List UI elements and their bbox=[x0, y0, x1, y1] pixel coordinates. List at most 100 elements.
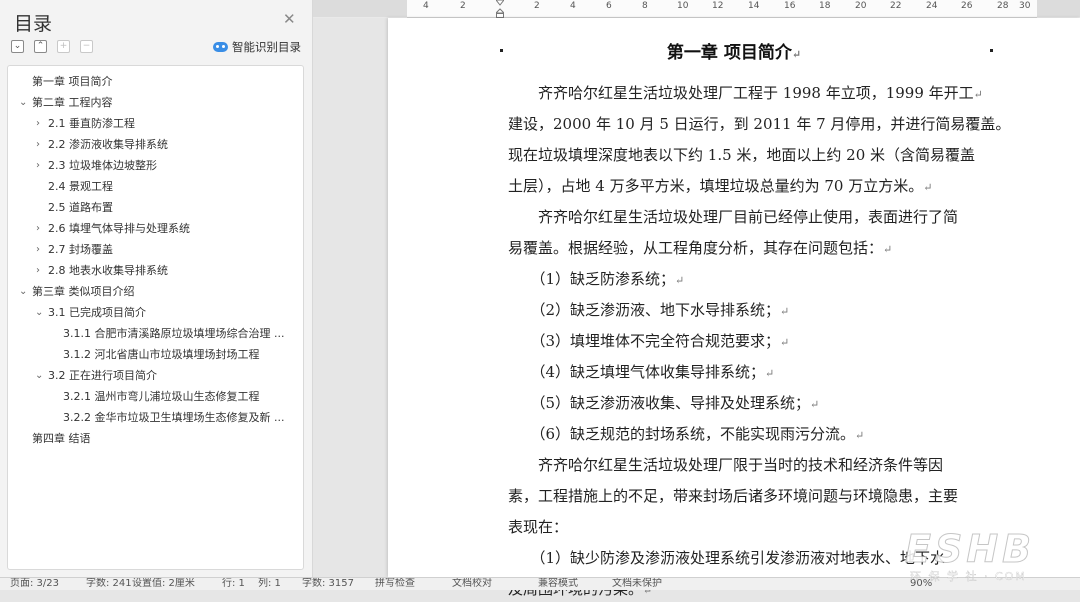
document-line-text: 表现在： bbox=[508, 518, 569, 536]
ruler-label: 20 bbox=[855, 1, 867, 11]
paragraph-mark-icon: ↵ bbox=[973, 88, 983, 101]
chevron-down-icon[interactable]: ⌄ bbox=[19, 93, 27, 113]
toc-item-3-2-1[interactable]: 3.2.1 温州市弯儿浦垃圾山生态修复工程 bbox=[63, 387, 295, 407]
spellcheck-button[interactable]: 拼写检查 bbox=[375, 578, 415, 590]
indent-marker-icon[interactable] bbox=[496, 0, 504, 18]
paragraph-mark-icon: ↵ bbox=[780, 336, 790, 349]
toc-item-2-5[interactable]: 2.5 道路布置 bbox=[48, 198, 113, 218]
toc-item-2-4[interactable]: 2.4 景观工程 bbox=[48, 177, 113, 197]
paragraph-mark-icon: ↵ bbox=[791, 48, 802, 61]
ruler-left-margin bbox=[313, 0, 407, 17]
document-line-text: （4）缺乏填埋气体收集导排系统； bbox=[508, 363, 766, 381]
document-line: 土层），占地 4 万多平方米，填埋垃圾总量约为 70 万立方米。↵ bbox=[508, 175, 988, 197]
toc-pane: 目录 ✕ ⌄ ⌃ + − 智能识别目录 第一章 项目简介 ⌄ 第二章 工程内容 … bbox=[0, 0, 313, 577]
document-line-text: 齐齐哈尔红星生活垃圾处理厂工程于 1998 年立项，1999 年开工 bbox=[508, 84, 974, 102]
document-line: （1）缺乏防渗系统；↵ bbox=[508, 268, 988, 290]
document-line: 易覆盖。根据经验，从工程角度分析，其存在问题包括：↵ bbox=[508, 237, 988, 259]
document-line: 现在垃圾填埋深度地表以下约 1.5 米，地面以上约 20 米（含简易覆盖 bbox=[508, 144, 988, 166]
close-icon[interactable]: ✕ bbox=[283, 10, 296, 28]
document-line: 素，工程措施上的不足，带来封场后诸多环境问题与环境隐患，主要 bbox=[508, 485, 988, 507]
status-chars[interactable]: 字数: 3157 bbox=[302, 578, 354, 590]
toc-item-2-7[interactable]: 2.7 封场覆盖 bbox=[48, 240, 113, 260]
document-line: （6）缺乏规范的封场系统，不能实现雨污分流。↵ bbox=[508, 423, 988, 445]
remove-item-icon[interactable]: − bbox=[80, 40, 93, 53]
chevron-down-icon[interactable]: ⌄ bbox=[19, 282, 27, 302]
document-line-text: （3）填埋堆体不完全符合规范要求； bbox=[508, 332, 781, 350]
smart-toc-label: 智能识别目录 bbox=[232, 40, 301, 54]
paragraph-mark-icon: ↵ bbox=[810, 398, 820, 411]
watermark-logo: ESHB 环 保 学 社 · COM bbox=[904, 527, 1075, 585]
proofread-button[interactable]: 文档校对 bbox=[452, 578, 492, 590]
chevron-right-icon[interactable]: › bbox=[36, 240, 40, 260]
toc-item-chapter-4[interactable]: 第四章 结语 bbox=[32, 429, 91, 449]
ruler-label: 12 bbox=[712, 1, 724, 11]
chevron-right-icon[interactable]: › bbox=[36, 156, 40, 176]
document-line: （5）缺乏渗沥液收集、导排及处理系统；↵ bbox=[508, 392, 988, 414]
ruler-label: 26 bbox=[961, 1, 973, 11]
document-line-text: 齐齐哈尔红星生活垃圾处理厂限于当时的技术和经济条件等因 bbox=[508, 456, 944, 474]
document-line-text: 建设，2000 年 10 月 5 日运行，到 2011 年 7 月停用，并进行简… bbox=[508, 115, 1011, 133]
smart-toc-button[interactable]: 智能识别目录 bbox=[213, 39, 301, 55]
collapse-all-icon[interactable]: ⌃ bbox=[34, 40, 47, 53]
status-col: 列: 1 bbox=[258, 578, 281, 589]
add-item-icon[interactable]: + bbox=[57, 40, 70, 53]
document-line-text: （5）缺乏渗沥液收集、导排及处理系统； bbox=[508, 394, 811, 412]
ruler-label: 8 bbox=[642, 1, 648, 11]
toc-item-3-2-2[interactable]: 3.2.2 金华市垃圾卫生填埋场生态修复及新 ... bbox=[63, 408, 295, 428]
ruler-label: 4 bbox=[570, 1, 576, 11]
status-wordcount[interactable]: 字数: 241 bbox=[86, 578, 132, 590]
document-line: 齐齐哈尔红星生活垃圾处理厂目前已经停止使用，表面进行了简 bbox=[508, 206, 988, 228]
toc-item-chapter-1[interactable]: 第一章 项目简介 bbox=[32, 72, 113, 92]
ruler-right-margin bbox=[1037, 0, 1080, 17]
ruler-label: 2 bbox=[534, 1, 540, 11]
status-page[interactable]: 页面: 3/23 bbox=[10, 578, 59, 590]
chapter-heading: 第一章 项目简介↵ bbox=[388, 38, 1080, 63]
paragraph-mark-icon: ↵ bbox=[675, 274, 685, 287]
document-line-text: （2）缺乏渗沥液、地下水导排系统； bbox=[508, 301, 781, 319]
document-line: 齐齐哈尔红星生活垃圾处理厂限于当时的技术和经济条件等因 bbox=[508, 454, 988, 476]
ruler-label: 30 bbox=[1019, 1, 1031, 11]
toc-item-chapter-3[interactable]: 第三章 类似项目介绍 bbox=[32, 282, 135, 302]
document-line: （3）填埋堆体不完全符合规范要求；↵ bbox=[508, 330, 988, 352]
paragraph-mark-icon: ↵ bbox=[780, 305, 790, 318]
toc-item-2-6[interactable]: 2.6 填埋气体导排与处理系统 bbox=[48, 219, 190, 239]
ruler-label: 24 bbox=[926, 1, 938, 11]
status-protect[interactable]: 文档未保护 bbox=[612, 578, 662, 590]
toc-item-chapter-2[interactable]: 第二章 工程内容 bbox=[32, 93, 113, 113]
toc-item-2-2[interactable]: 2.2 渗沥液收集导排系统 bbox=[48, 135, 168, 155]
chevron-down-icon[interactable]: ⌄ bbox=[35, 366, 43, 386]
chevron-right-icon[interactable]: › bbox=[36, 135, 40, 155]
document-line: 齐齐哈尔红星生活垃圾处理厂工程于 1998 年立项，1999 年开工↵ bbox=[508, 82, 988, 104]
toc-item-3-1-1[interactable]: 3.1.1 合肥市清溪路原垃圾填埋场综合治理 ... bbox=[63, 324, 295, 344]
toc-item-2-1[interactable]: 2.1 垂直防渗工程 bbox=[48, 114, 135, 134]
document-line-text: 现在垃圾填埋深度地表以下约 1.5 米，地面以上约 20 米（含简易覆盖 bbox=[508, 146, 976, 164]
chevron-right-icon[interactable]: › bbox=[36, 114, 40, 134]
watermark-subtitle: 环 保 学 社 · COM bbox=[910, 570, 1027, 583]
paragraph-mark-icon: ↵ bbox=[883, 243, 893, 256]
status-setting[interactable]: 设置值: 2厘米 bbox=[132, 578, 195, 590]
ruler-label: 10 bbox=[677, 1, 689, 11]
toc-item-3-1[interactable]: 3.1 已完成项目简介 bbox=[48, 303, 146, 323]
ruler-label: 4 bbox=[423, 1, 429, 11]
toc-item-3-1-2[interactable]: 3.1.2 河北省唐山市垃圾填埋场封场工程 bbox=[63, 345, 295, 365]
chevron-right-icon[interactable]: › bbox=[36, 261, 40, 281]
document-line-text: 素，工程措施上的不足，带来封场后诸多环境问题与环境隐患，主要 bbox=[508, 487, 959, 505]
document-line-text: 齐齐哈尔红星生活垃圾处理厂目前已经停止使用，表面进行了简 bbox=[508, 208, 959, 226]
document-page[interactable]: 第一章 项目简介↵ 齐齐哈尔红星生活垃圾处理厂工程于 1998 年立项，1999… bbox=[388, 18, 1080, 598]
ruler-label: 14 bbox=[748, 1, 760, 11]
toc-item-2-8[interactable]: 2.8 地表水收集导排系统 bbox=[48, 261, 168, 281]
document-line-text: （6）缺乏规范的封场系统，不能实现雨污分流。 bbox=[508, 425, 856, 443]
toc-item-2-3[interactable]: 2.3 垃圾堆体边坡整形 bbox=[48, 156, 157, 176]
ruler-label: 16 bbox=[784, 1, 796, 11]
document-line-text: 易覆盖。根据经验，从工程角度分析，其存在问题包括： bbox=[508, 239, 884, 257]
watermark-logo-text: ESHB bbox=[904, 527, 1036, 572]
toc-item-3-2[interactable]: 3.2 正在进行项目简介 bbox=[48, 366, 157, 386]
chevron-down-icon[interactable]: ⌄ bbox=[35, 303, 43, 323]
expand-all-icon[interactable]: ⌄ bbox=[11, 40, 24, 53]
chapter-heading-text: 第一章 项目简介 bbox=[666, 43, 792, 63]
document-line-text: 土层），占地 4 万多平方米，填埋垃圾总量约为 70 万立方米。 bbox=[508, 177, 924, 195]
document-line: 建设，2000 年 10 月 5 日运行，到 2011 年 7 月停用，并进行简… bbox=[508, 113, 1010, 135]
status-compat: 兼容模式 bbox=[538, 578, 578, 589]
chevron-right-icon[interactable]: › bbox=[36, 219, 40, 239]
document-line: （2）缺乏渗沥液、地下水导排系统；↵ bbox=[508, 299, 988, 321]
